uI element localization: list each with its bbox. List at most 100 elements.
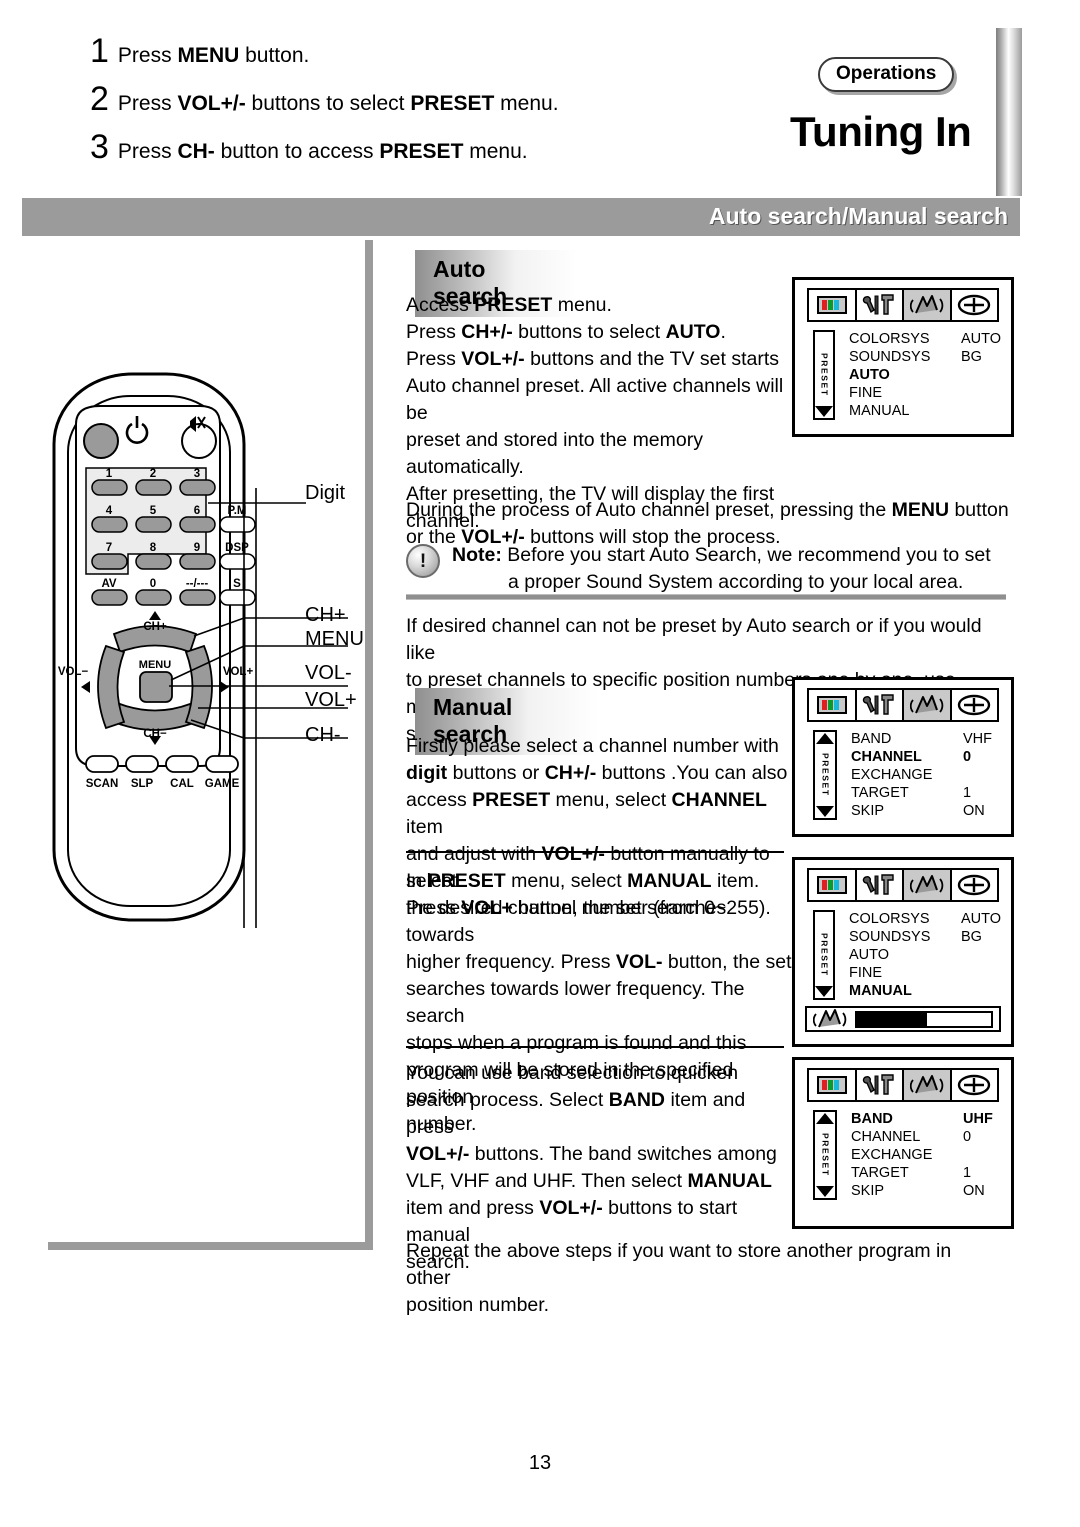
svg-text:SLP: SLP: [131, 778, 154, 790]
osd-icon-picture[interactable]: [809, 690, 857, 720]
osd-row-value: VHF: [963, 731, 992, 747]
slp-key[interactable]: [125, 755, 159, 773]
digit-key-1[interactable]: [91, 479, 128, 496]
right-column-keys[interactable]: [219, 516, 256, 606]
osd-preset-label: PRESET: [819, 933, 830, 977]
osd-icon-antenna[interactable]: [904, 870, 952, 900]
s-key[interactable]: [219, 589, 256, 606]
page-title: Tuning In: [790, 108, 972, 155]
osd-preset-label: PRESET: [820, 753, 831, 797]
osd-icon-tools[interactable]: [856, 1070, 904, 1100]
osd-icon-tools[interactable]: [856, 870, 904, 900]
osd-row-key: MANUAL: [849, 983, 912, 999]
osd-icon-antenna[interactable]: [904, 690, 952, 720]
osd-row[interactable]: FINE: [849, 384, 1001, 402]
osd-screen-preset-channel: PRESET BAND VHF CHANNEL 0 EXCHANGE TARGET 1 SKIP…: [792, 677, 1014, 837]
scroll-up-arrow-icon[interactable]: [816, 733, 834, 744]
digit-key-2[interactable]: [135, 479, 172, 496]
power-button[interactable]: [83, 423, 119, 459]
svg-text:CAL: CAL: [170, 778, 194, 790]
osd-row[interactable]: AUTO: [849, 946, 1001, 964]
pm-key[interactable]: [219, 516, 256, 533]
av-key[interactable]: [91, 589, 128, 606]
svg-text:GAME: GAME: [205, 778, 240, 790]
osd-row[interactable]: FINE: [849, 964, 1001, 982]
mute-button[interactable]: [181, 423, 217, 459]
game-key[interactable]: [205, 755, 239, 773]
osd-icon-antenna[interactable]: [904, 290, 952, 320]
pad-label-up: CH+: [143, 621, 167, 633]
note-block: ! Note: Before you start Auto Search, we…: [406, 542, 1006, 596]
antenna-signal-icon: [909, 875, 944, 894]
osd-row-key: MANUAL: [849, 403, 910, 419]
osd-row-value: BG: [961, 349, 982, 365]
osd-row[interactable]: AUTO: [849, 366, 1001, 384]
osd-row[interactable]: MANUAL: [849, 982, 1001, 1000]
osd-icon-geometry[interactable]: [951, 1070, 997, 1100]
svg-text:8: 8: [150, 542, 157, 554]
osd-icon-tools[interactable]: [856, 690, 904, 720]
osd-row[interactable]: TARGET 1: [851, 1164, 1001, 1182]
osd-icon-bar: [807, 688, 999, 722]
osd-row-value: AUTO: [961, 331, 1002, 347]
osd-row[interactable]: SOUNDSYS BG: [849, 348, 1001, 366]
osd-row[interactable]: TARGET 1: [851, 784, 1001, 802]
osd-body: PRESET BAND UHF CHANNEL 0 EXCHANGE TARGET 1 SKIP…: [805, 1110, 1001, 1200]
osd-row-key: CHANNEL: [851, 749, 922, 765]
scroll-up-arrow-icon[interactable]: [816, 1113, 834, 1124]
pad-label-down: CH−: [143, 728, 167, 740]
osd-row[interactable]: CHANNEL 0: [851, 1128, 1001, 1146]
svg-text:0: 0: [150, 578, 156, 590]
osd-icon-geometry[interactable]: [951, 690, 997, 720]
callout-digit: Digit: [305, 482, 346, 504]
digit-key-6[interactable]: [179, 516, 216, 533]
osd-row-key: CHANNEL: [851, 1129, 921, 1145]
osd-row[interactable]: BAND UHF: [851, 1110, 1001, 1128]
digit-key-5[interactable]: [135, 516, 172, 533]
osd-row-key: TARGET: [851, 1165, 909, 1181]
digit-key-9[interactable]: [179, 553, 216, 570]
osd-row-value: ON: [963, 803, 985, 819]
scroll-down-arrow-icon[interactable]: [815, 405, 833, 417]
osd-preset-label: PRESET: [820, 1133, 831, 1177]
osd-icon-geometry[interactable]: [951, 870, 997, 900]
tools-icon: [863, 294, 894, 315]
osd-icon-picture[interactable]: [809, 870, 857, 900]
note-line-2: a proper Sound System according to your …: [508, 571, 964, 593]
note-text: Note: Before you start Auto Search, we r…: [452, 542, 991, 596]
digit-key-3[interactable]: [179, 479, 216, 496]
osd-row[interactable]: EXCHANGE: [851, 1146, 1001, 1164]
osd-row-key: SOUNDSYS: [849, 929, 931, 945]
menu-button[interactable]: [139, 671, 173, 703]
osd-icon-antenna[interactable]: [904, 1070, 952, 1100]
callout-vol-minus: VOL-: [305, 662, 352, 684]
osd-icon-tools[interactable]: [856, 290, 904, 320]
osd-preset-column: PRESET: [813, 330, 835, 420]
cal-key[interactable]: [165, 755, 199, 773]
osd-row-key: SKIP: [851, 803, 885, 819]
digit-key-8[interactable]: [135, 553, 172, 570]
dsp-key[interactable]: [219, 553, 256, 570]
osd-row[interactable]: EXCHANGE: [851, 766, 1001, 784]
osd-row[interactable]: CHANNEL 0: [851, 748, 1001, 766]
osd-row[interactable]: COLORSYS AUTO: [849, 910, 1001, 928]
scan-key[interactable]: [85, 755, 119, 773]
scroll-down-arrow-icon[interactable]: [816, 1185, 834, 1197]
osd-row[interactable]: SKIP ON: [851, 802, 1001, 820]
osd-row[interactable]: COLORSYS AUTO: [849, 330, 1001, 348]
osd-row[interactable]: SOUNDSYS BG: [849, 928, 1001, 946]
decorative-frame-vertical: [365, 240, 373, 1250]
digit-key-4[interactable]: [91, 516, 128, 533]
osd-icon-geometry[interactable]: [951, 290, 997, 320]
osd-row[interactable]: MANUAL: [849, 402, 1001, 420]
scroll-down-arrow-icon[interactable]: [815, 985, 833, 997]
osd-row[interactable]: SKIP ON: [851, 1182, 1001, 1200]
signal-strength-bar: [855, 1010, 993, 1028]
digit-key-0[interactable]: [135, 589, 172, 606]
dash-key[interactable]: [179, 589, 216, 606]
scroll-down-arrow-icon[interactable]: [816, 805, 834, 817]
digit-key-7[interactable]: [91, 553, 128, 570]
osd-icon-picture[interactable]: [809, 1070, 857, 1100]
osd-row[interactable]: BAND VHF: [851, 730, 1001, 748]
osd-icon-picture[interactable]: [809, 290, 857, 320]
